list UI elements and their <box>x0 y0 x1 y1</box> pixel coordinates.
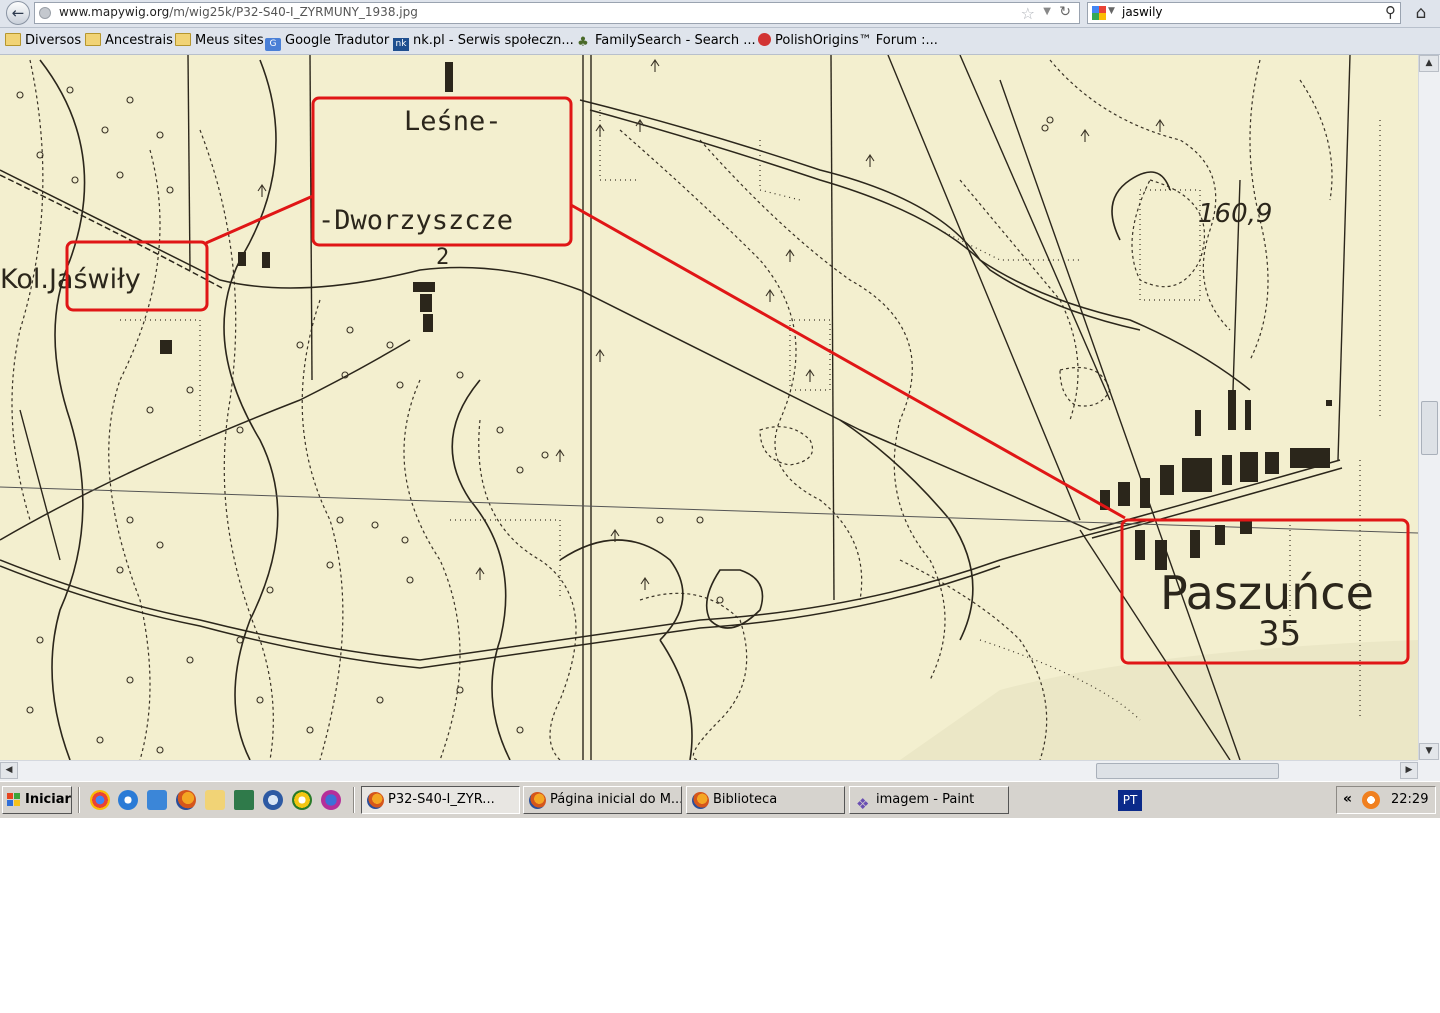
desktop-icon[interactable] <box>234 790 254 810</box>
internet-explorer-icon[interactable] <box>118 790 138 810</box>
firefox-icon <box>529 792 546 809</box>
folder-icon <box>175 33 191 46</box>
horizontal-scrollbar[interactable]: ◀ ▶ <box>0 760 1418 781</box>
back-arrow-icon[interactable]: ← <box>6 1 30 25</box>
image-viewport[interactable]: Kol.Jaświły Leśne- -Dworzyszcze 2 Paszuń… <box>0 55 1418 760</box>
star-icon[interactable]: ☆ <box>1021 4 1035 23</box>
task-button-biblioteca[interactable]: Biblioteca <box>686 786 845 814</box>
language-indicator[interactable]: PT <box>1118 790 1142 811</box>
thunderbird-icon[interactable] <box>263 790 283 810</box>
google-icon[interactable] <box>1092 6 1106 20</box>
taskbar: Iniciar P32-S40-I_ZYR... Página inicial … <box>0 781 1440 818</box>
label-paszunce: Paszuńce <box>1160 566 1374 620</box>
media-player-icon[interactable] <box>292 790 312 810</box>
bookmark-familysearch[interactable]: ♣ FamilySearch - Search ... <box>575 33 755 50</box>
chrome-icon[interactable] <box>90 790 110 810</box>
folder-icon <box>85 33 101 46</box>
nk-icon: nk <box>393 38 409 51</box>
vertical-scrollbar[interactable]: ▲ ▼ <box>1418 55 1440 760</box>
home-icon[interactable]: ⌂ <box>1410 2 1432 24</box>
label-kol-jaswily: Kol.Jaświły <box>0 264 141 295</box>
windows-logo-icon <box>7 793 21 807</box>
navigation-toolbar: ← www.mapywig.org/m/wig25k/P32-S40-I_ZYR… <box>0 0 1440 28</box>
bookmark-folder-diversos[interactable]: Diversos <box>5 33 81 48</box>
search-bar[interactable]: ▼ jaswily ⚲ <box>1087 2 1401 24</box>
firefox-icon[interactable] <box>176 790 196 810</box>
bookmark-folder-ancestrais[interactable]: Ancestrais <box>85 33 173 48</box>
system-tray: « 22:29 <box>1336 786 1436 814</box>
bookmarks-toolbar: Diversos Ancestrais Meus sites G Google T… <box>0 28 1440 55</box>
start-button[interactable]: Iniciar <box>2 786 72 814</box>
label-elevation: 160,9 <box>1198 199 1272 229</box>
chevron-down-icon[interactable]: ▼ <box>1108 6 1115 16</box>
site-identity-icon[interactable] <box>39 7 51 19</box>
scroll-right-icon[interactable]: ▶ <box>1400 762 1418 779</box>
search-input[interactable]: jaswily <box>1122 5 1163 19</box>
google-translate-icon: G <box>265 38 281 51</box>
tray-app-icon[interactable] <box>1362 791 1380 809</box>
tree-icon: ♣ <box>577 35 589 50</box>
bookmark-folder-meus-sites[interactable]: Meus sites <box>175 33 264 48</box>
magnifier-icon[interactable]: ⚲ <box>1385 3 1396 21</box>
horizontal-scroll-thumb[interactable] <box>1096 763 1279 779</box>
label-dworzyszcze: -Dworzyszcze <box>318 205 513 236</box>
scrollbar-corner <box>1418 760 1440 781</box>
tray-expand-icon[interactable]: « <box>1343 791 1352 807</box>
label-lesne: Leśne- <box>404 106 502 137</box>
paint-icon: ❖ <box>856 795 870 813</box>
label-paszunce-count: 35 <box>1258 614 1301 654</box>
label-lesne-count: 2 <box>436 245 449 270</box>
polishorigins-icon <box>758 33 771 46</box>
folder-icon <box>5 33 21 46</box>
scroll-up-icon[interactable]: ▲ <box>1419 55 1439 72</box>
task-button-paint[interactable]: ❖ imagem - Paint <box>849 786 1009 814</box>
firefox-icon <box>367 792 384 809</box>
bookmark-google-tradutor[interactable]: G Google Tradutor <box>265 33 389 51</box>
clock[interactable]: 22:29 <box>1391 792 1428 807</box>
topographic-map: Kol.Jaświły Leśne- -Dworzyszcze 2 Paszuń… <box>0 55 1418 760</box>
ie-alt-icon[interactable] <box>147 790 167 810</box>
scroll-down-icon[interactable]: ▼ <box>1419 743 1439 760</box>
taskbar-separator <box>78 787 80 813</box>
bookmark-polishorigins[interactable]: PolishOrigins™ Forum :... <box>758 33 938 48</box>
reload-icon[interactable]: ↻ <box>1059 4 1071 20</box>
task-button-firefox-map[interactable]: P32-S40-I_ZYR... <box>361 786 520 814</box>
bookmark-nk[interactable]: nk nk.pl - Serwis społeczn... <box>393 33 574 51</box>
address-bar[interactable]: www.mapywig.org/m/wig25k/P32-S40-I_ZYRMU… <box>34 2 1080 24</box>
url-text[interactable]: www.mapywig.org/m/wig25k/P32-S40-I_ZYRMU… <box>59 5 418 19</box>
task-button-firefox-home[interactable]: Página inicial do M... <box>523 786 682 814</box>
vertical-scroll-thumb[interactable] <box>1421 401 1438 455</box>
scroll-left-icon[interactable]: ◀ <box>0 762 18 779</box>
firefox-icon <box>692 792 709 809</box>
taskbar-separator <box>353 787 355 813</box>
search-folder-icon[interactable] <box>205 790 225 810</box>
chevron-down-icon[interactable]: ▼ <box>1043 6 1051 17</box>
network-icon[interactable] <box>321 790 341 810</box>
